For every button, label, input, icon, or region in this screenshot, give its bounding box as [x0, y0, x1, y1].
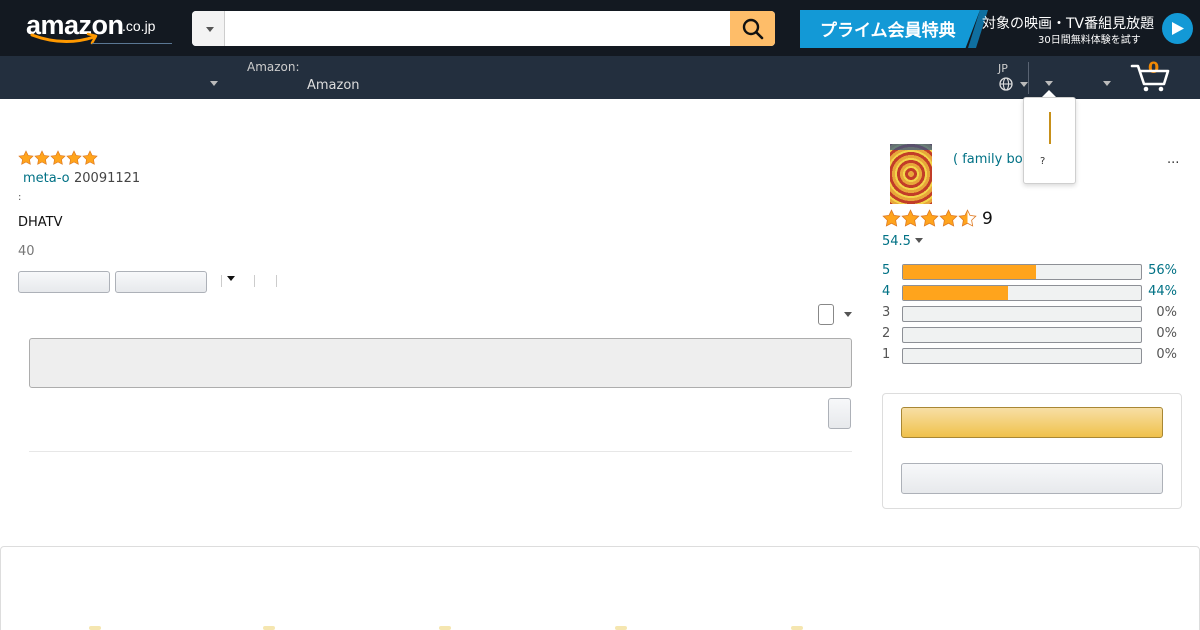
search-icon: [742, 18, 764, 40]
section-divider: [29, 451, 852, 452]
review-stars: [18, 150, 98, 166]
rating-count: 9: [982, 209, 993, 229]
primary-action-button[interactable]: [901, 407, 1163, 438]
review-meta-separator: :: [18, 192, 22, 203]
histogram-star-label: 4: [882, 284, 891, 299]
prime-badge-text: プライム会員特典: [820, 21, 956, 41]
star-icon: [66, 150, 82, 165]
star-half-icon: [958, 209, 977, 227]
account-caret-icon[interactable]: [1045, 81, 1053, 86]
histogram-bar-fill: [903, 265, 1037, 279]
product-title-ellipsis: ...: [1167, 152, 1180, 167]
histogram-bar: [902, 306, 1142, 322]
orders-caret-icon[interactable]: [1103, 81, 1111, 86]
cart-icon: [1130, 64, 1170, 92]
account-popover[interactable]: ?: [1023, 97, 1076, 184]
action-box: [882, 393, 1182, 509]
histogram-row-1-star: 1 0%: [882, 347, 1182, 365]
histogram-star-label: 1: [882, 347, 891, 362]
play-icon: [1172, 22, 1184, 35]
nav-deliver-label[interactable]: Amazon:: [247, 60, 300, 74]
histogram-bar: [902, 285, 1142, 301]
histogram-row-2-star: 2 0%: [882, 326, 1182, 344]
review-author-link[interactable]: meta-o: [23, 171, 70, 186]
nav-menu-caret-icon[interactable]: [210, 81, 218, 86]
histogram-bar: [902, 327, 1142, 343]
language-code: JP: [998, 62, 1008, 75]
histogram-row-3-star: 3 0%: [882, 305, 1182, 323]
helpful-no-button[interactable]: [115, 271, 207, 293]
popover-divider: [1049, 112, 1051, 144]
logo-underline: [92, 43, 172, 44]
histogram-star-label: 5: [882, 263, 891, 278]
prime-video-banner[interactable]: プライム会員特典 対象の映画・TV番組見放題 30日間無料体験を試す: [800, 10, 1195, 48]
caret-down-icon: [1020, 82, 1028, 87]
star-icon: [939, 209, 958, 227]
carousel-item-hint: [615, 626, 627, 630]
histogram-bar-fill: [903, 286, 1008, 300]
nav-separator: [1028, 62, 1029, 94]
action-divider: [221, 275, 222, 287]
product-image[interactable]: [890, 144, 932, 204]
histogram-percent: 0%: [1156, 347, 1177, 362]
histogram-bar: [902, 348, 1142, 364]
action-divider: [254, 275, 255, 287]
carousel-item-hint: [89, 626, 101, 630]
search-department-dropdown[interactable]: [192, 11, 225, 46]
caret-down-icon[interactable]: [227, 276, 235, 281]
action-divider: [276, 275, 277, 287]
carousel-item-hint: [263, 626, 275, 630]
histogram-row-4-star[interactable]: 4 44%: [882, 284, 1182, 302]
product-rating-stars: [882, 209, 977, 229]
search-button[interactable]: [730, 11, 775, 46]
comment-textarea[interactable]: [29, 338, 852, 388]
caret-down-icon: [206, 27, 214, 32]
popover-help-text[interactable]: ?: [1040, 156, 1045, 167]
caret-down-icon[interactable]: [915, 238, 923, 243]
logo-tld: .co.jp: [122, 18, 156, 34]
average-rating-link[interactable]: 54.5: [882, 234, 911, 249]
histogram-bar: [902, 264, 1142, 280]
star-icon: [920, 209, 939, 227]
product-image-header: [890, 144, 932, 150]
histogram-row-5-star[interactable]: 5 56%: [882, 263, 1182, 281]
histogram-percent: 0%: [1156, 305, 1177, 320]
histogram-percent: 56%: [1148, 263, 1177, 278]
amazon-logo[interactable]: amazon .co.jp: [26, 10, 172, 46]
helpful-yes-button[interactable]: [18, 271, 110, 293]
nav-deliver-value[interactable]: Amazon: [307, 78, 360, 93]
histogram-percent: 44%: [1148, 284, 1177, 299]
comment-submit-button[interactable]: [828, 398, 851, 429]
product-title-link[interactable]: ( family bo: [953, 152, 1023, 167]
star-icon: [82, 150, 98, 165]
secondary-action-button[interactable]: [901, 463, 1163, 494]
star-icon: [882, 209, 901, 227]
histogram-star-label: 3: [882, 305, 891, 320]
star-icon: [901, 209, 920, 227]
review-date: 20091121: [74, 171, 141, 186]
star-icon: [34, 150, 50, 165]
helpful-count: 40: [18, 244, 35, 259]
search-bar: [192, 11, 775, 46]
recommendations-carousel: [0, 546, 1200, 630]
carousel-item-hint: [439, 626, 451, 630]
carousel-item-hint: [791, 626, 803, 630]
review-body: DHATV: [18, 215, 63, 230]
cart-button[interactable]: 0: [1130, 58, 1174, 94]
histogram-percent: 0%: [1156, 326, 1177, 341]
star-icon: [18, 150, 34, 165]
comment-option-checkbox[interactable]: [818, 304, 834, 325]
search-input[interactable]: [225, 11, 730, 46]
histogram-star-label: 2: [882, 326, 891, 341]
prime-headline: 対象の映画・TV番組見放題: [982, 16, 1155, 32]
star-icon: [50, 150, 66, 165]
globe-icon: [999, 77, 1013, 91]
prime-subline: 30日間無料体験を試す: [1038, 35, 1141, 46]
prime-play-button[interactable]: [1162, 13, 1193, 44]
language-selector[interactable]: JP: [998, 62, 1028, 94]
caret-down-icon[interactable]: [844, 312, 852, 317]
